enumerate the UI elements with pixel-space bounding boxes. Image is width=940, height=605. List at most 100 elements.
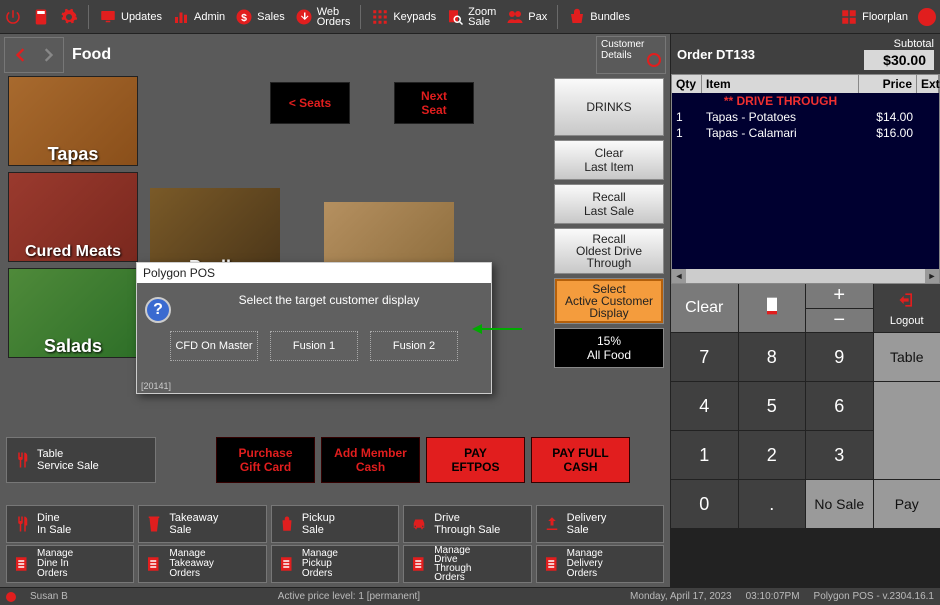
logout-button[interactable]: Logout — [874, 284, 940, 332]
key-6[interactable]: 6 — [806, 382, 873, 430]
manage-drive-button[interactable]: Manage Drive Through Orders — [403, 545, 531, 583]
manage-takeaway-button[interactable]: Manage Takeaway Orders — [138, 545, 266, 583]
delivery-sale-button[interactable]: Delivery Sale — [536, 505, 664, 543]
key-9[interactable]: 9 — [806, 333, 873, 381]
nav-forward[interactable] — [34, 38, 63, 72]
key-dot[interactable]: . — [739, 480, 806, 528]
drinks-button[interactable]: DRINKS — [554, 78, 664, 136]
chart-icon — [172, 8, 190, 26]
zoom-sale-menu[interactable]: Zoom Sale — [446, 7, 496, 27]
cutlery-icon — [13, 451, 31, 469]
floorplan-menu[interactable]: Floorplan — [840, 8, 908, 26]
qty-minus[interactable]: − — [806, 309, 873, 333]
pickup-sale-button[interactable]: Pickup Sale — [271, 505, 399, 543]
cfd-on-master-button[interactable]: CFD On Master — [170, 331, 258, 361]
upload-icon — [543, 515, 561, 533]
bundle-icon — [568, 8, 586, 26]
table-button[interactable]: Table — [874, 333, 940, 381]
key-0[interactable]: 0 — [671, 480, 738, 528]
manage-delivery-button[interactable]: Manage Delivery Orders — [536, 545, 664, 583]
recall-last-sale-button[interactable]: Recall Last Sale — [554, 184, 664, 224]
key-4[interactable]: 4 — [671, 382, 738, 430]
qty-plus[interactable]: + — [806, 284, 873, 309]
order-table: Qty Item Price Ext ** DRIVE THROUGH 1Tap… — [671, 74, 940, 284]
blank-button[interactable] — [874, 382, 940, 479]
scroll-left-icon[interactable]: ◄ — [672, 269, 686, 283]
manage-dine-in-button[interactable]: Manage Dine In Orders — [6, 545, 134, 583]
power-icon — [4, 8, 22, 26]
table-row[interactable]: 1Tapas - Calamari$16.00 — [672, 125, 939, 141]
scroll-right-icon[interactable]: ► — [925, 269, 939, 283]
qty-plus-minus[interactable]: +− — [806, 284, 873, 332]
no-sale-button[interactable]: No Sale — [806, 480, 873, 528]
fusion-1-button[interactable]: Fusion 1 — [270, 331, 358, 361]
subtotal-label: Subtotal — [864, 38, 934, 50]
recall-oldest-drive-button[interactable]: Recall Oldest Drive Through — [554, 228, 664, 274]
updates-label: Updates — [121, 11, 162, 23]
add-member-cash-button[interactable]: Add Member Cash — [321, 437, 420, 483]
list-icon — [278, 555, 296, 573]
key-2[interactable]: 2 — [739, 431, 806, 479]
power-button[interactable] — [4, 8, 22, 26]
admin-menu[interactable]: Admin — [172, 8, 225, 26]
bundles-menu[interactable]: Bundles — [568, 8, 630, 26]
settings-button[interactable] — [60, 8, 78, 26]
top-menu: Updates Admin $Sales Web Orders Keypads … — [0, 0, 940, 34]
dine-in-sale-button[interactable]: Dine In Sale — [6, 505, 134, 543]
takeaway-sale-button[interactable]: Takeaway Sale — [138, 505, 266, 543]
floorplan-label: Floorplan — [862, 11, 908, 23]
page-title: Food — [72, 46, 448, 64]
receipt-button[interactable] — [739, 284, 806, 332]
pax-label: Pax — [528, 11, 547, 23]
web-orders-menu[interactable]: Web Orders — [295, 7, 351, 27]
manage-pickup-button[interactable]: Manage Pickup Orders — [271, 545, 399, 583]
record-button[interactable] — [918, 8, 936, 26]
pax-menu[interactable]: Pax — [506, 8, 547, 26]
zoom-sale-label: Zoom Sale — [468, 7, 496, 27]
payment-row: Purchase Gift Card Add Member Cash PAY E… — [216, 437, 630, 483]
gift-card-button[interactable]: Purchase Gift Card — [216, 437, 315, 483]
subtotal-amount: $30.00 — [864, 50, 934, 70]
key-7[interactable]: 7 — [671, 333, 738, 381]
customer-details-button[interactable]: Customer Details — [596, 36, 666, 74]
h-scrollbar[interactable]: ◄► — [672, 269, 939, 283]
list-icon — [410, 555, 428, 573]
clear-last-item-button[interactable]: Clear Last Item — [554, 140, 664, 180]
fusion-2-button[interactable]: Fusion 2 — [370, 331, 458, 361]
key-1[interactable]: 1 — [671, 431, 738, 479]
col-price: Price — [859, 75, 917, 93]
zoom-icon — [446, 8, 464, 26]
nav-back[interactable] — [5, 38, 34, 72]
calculator-button[interactable] — [32, 8, 50, 26]
drive-through-sale-button[interactable]: Drive Through Sale — [403, 505, 531, 543]
svg-text:$: $ — [241, 11, 247, 23]
drive-through-tag: ** DRIVE THROUGH — [702, 93, 859, 109]
list-icon — [145, 555, 163, 573]
record-icon — [918, 8, 936, 26]
pay-full-cash-button[interactable]: PAY FULL CASH — [531, 437, 630, 483]
table-row[interactable]: 1Tapas - Potatoes$14.00 — [672, 109, 939, 125]
key-3[interactable]: 3 — [806, 431, 873, 479]
keypads-menu[interactable]: Keypads — [371, 8, 436, 26]
pay-eftpos-button[interactable]: PAY EFTPOS — [426, 437, 525, 483]
pay-button[interactable]: Pay — [874, 480, 940, 528]
status-time: 03:10:07PM — [746, 591, 800, 602]
select-active-display-button[interactable]: Select Active Customer Display — [554, 278, 664, 324]
next-seat-button[interactable]: Next Seat — [394, 82, 474, 124]
food-tile-tapas[interactable]: Tapas — [8, 76, 138, 166]
key-5[interactable]: 5 — [739, 382, 806, 430]
sales-menu[interactable]: $Sales — [235, 8, 285, 26]
key-8[interactable]: 8 — [739, 333, 806, 381]
discount-15-button[interactable]: 15% All Food — [554, 328, 664, 368]
cutlery-icon — [13, 515, 31, 533]
prev-seat-button[interactable]: < Seats — [270, 82, 350, 124]
updates-menu[interactable]: Updates — [99, 8, 162, 26]
clear-button[interactable]: Clear — [671, 284, 738, 332]
food-tile-cured-meats[interactable]: Cured Meats — [8, 172, 138, 262]
bundles-label: Bundles — [590, 11, 630, 23]
table-service-sale-button[interactable]: Table Service Sale — [6, 437, 156, 483]
dollar-icon: $ — [235, 8, 253, 26]
customer-details-label: Customer Details — [601, 39, 644, 61]
keypads-label: Keypads — [393, 11, 436, 23]
food-tile-salads[interactable]: Salads — [8, 268, 138, 358]
